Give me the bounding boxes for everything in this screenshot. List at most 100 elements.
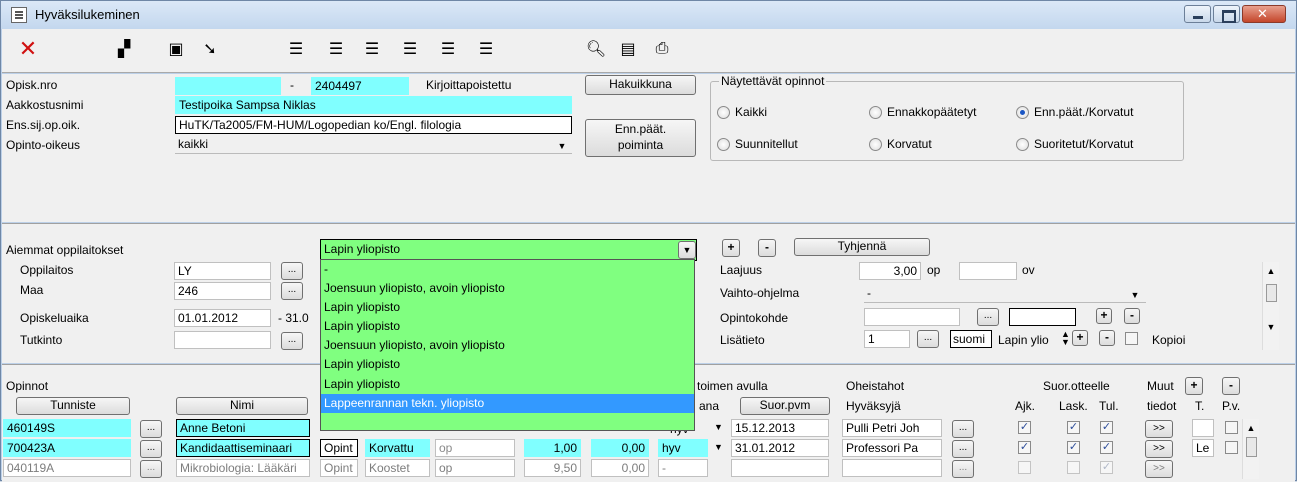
oppilaitos-dropdown-list[interactable]: - Joensuun yliopisto, avoin yliopisto Lapi… [320,259,695,431]
chevron-down-icon[interactable]: ▼ [714,442,723,452]
scroll-thumb[interactable] [1245,437,1257,457]
row3-nimi[interactable]: Mikrobiologia: Lääkäri [176,459,310,477]
maximize-button[interactable] [1213,5,1240,23]
dropdown-option[interactable]: Lapin yliopisto [321,355,694,374]
dropdown-option[interactable]: Lapin yliopisto [321,298,694,317]
ens-sij-field[interactable]: HuTK/Ta2005/FM-HUM/Logopedian ko/Engl. f… [175,116,572,134]
row2-t-field[interactable]: Le [1192,439,1214,457]
row2-ajk-checkbox[interactable]: ✓ [1018,441,1031,454]
delete-icon[interactable]: ✕ [16,36,40,61]
row1-ajk-checkbox[interactable]: ✓ [1018,421,1031,434]
row3-tul-checkbox[interactable]: ✓ [1100,461,1113,474]
kopioi-checkbox[interactable] [1125,332,1138,345]
tunniste-header-button[interactable]: Tunniste [16,397,130,415]
row1-pv-checkbox[interactable] [1225,421,1238,434]
last-record-icon[interactable]: ☰ [474,37,498,61]
add-row-icon[interactable]: ☰ [284,37,308,61]
oppilaitos-field[interactable]: LY [174,262,271,280]
row2-lask-checkbox[interactable]: ✓ [1067,441,1080,454]
dropdown-option[interactable]: Lapin yliopisto [321,317,694,336]
row1-lask-checkbox[interactable]: ✓ [1067,421,1080,434]
row1-nimi[interactable]: Anne Betoni [176,419,310,437]
row1-more-button[interactable]: >> [1145,420,1173,438]
aiemmat-scrollbar[interactable]: ▲ ▼ [1262,262,1279,350]
save-icon[interactable]: ▣ [164,37,188,61]
row3-lask-checkbox[interactable] [1067,461,1080,474]
tutkinto-lookup-button[interactable]: ... [281,332,303,350]
row3-unit[interactable]: op [435,459,515,477]
row2-arvosana[interactable]: hyv [658,439,708,457]
row3-arvo[interactable]: 0,00 [591,459,649,477]
chevron-down-icon[interactable]: ▼ [1126,286,1144,304]
maa-field[interactable]: 246 [174,282,271,300]
opintokohde-extra-field[interactable] [1009,308,1076,326]
nimi-header-button[interactable]: Nimi [176,397,308,415]
chevron-down-icon[interactable]: ▼ [553,137,571,155]
row2-suor-pvm[interactable]: 31.01.2012 [731,439,829,457]
opintokohde-lookup-button[interactable]: ... [977,308,999,326]
tutkinto-field[interactable] [174,331,271,349]
remove-lisatieto-button[interactable]: - [1099,330,1115,346]
row1-tul-checkbox[interactable]: ✓ [1100,421,1113,434]
row1-hyvaksyja-lookup[interactable]: ... [952,420,974,438]
opiskeluaika-start-field[interactable]: 01.01.2012 [174,309,271,327]
dropdown-option[interactable]: Joensuun yliopisto, avoin yliopisto [321,279,694,298]
minimize-button[interactable] [1184,5,1211,23]
row3-hyvaksyja-lookup[interactable]: ... [952,460,974,478]
copy-icon[interactable]: ▞ [112,37,136,61]
row2-unit[interactable]: op [435,439,515,457]
remove-study-button[interactable]: - [1222,377,1240,395]
add-lisatieto-button[interactable]: + [1072,330,1088,346]
row2-more-button[interactable]: >> [1145,440,1173,458]
row1-tunniste[interactable]: 460149S [3,419,131,437]
next-record-icon[interactable]: ☰ [436,37,460,61]
add-button[interactable]: + [722,239,740,257]
radio-ennakkopaatetyt[interactable] [869,106,882,119]
chevron-down-icon[interactable]: ▼ [678,241,696,259]
row3-col1[interactable]: Opint [320,459,358,477]
hakuikkuna-button[interactable]: Hakuikkuna [585,75,696,95]
lisatieto-field[interactable]: 1 [864,330,910,348]
row2-hyvaksyja[interactable]: Professori Pa [842,439,942,457]
scroll-thumb[interactable] [1265,284,1277,302]
dropdown-option[interactable]: Lappeenrannan tekn. yliopisto [321,393,694,413]
scroll-down-icon[interactable]: ▼ [1263,322,1279,332]
remove-row-icon[interactable]: ☰ [324,37,348,61]
language-field[interactable]: suomi [950,330,992,348]
radio-enn-korvatut[interactable] [1016,106,1029,119]
radio-suunnitellut[interactable] [717,138,730,151]
row3-ajk-checkbox[interactable] [1018,461,1031,474]
opinto-oikeus-select[interactable]: kaikki [175,136,572,154]
scroll-up-icon[interactable]: ▲ [1263,266,1279,276]
enn-poiminta-button[interactable]: Enn.päät. poiminta [585,119,696,157]
radio-suoritetut-korvatut[interactable] [1016,138,1029,151]
opisk-nro-field[interactable]: 2404497 [311,77,409,95]
suor-pvm-header-button[interactable]: Suor.pvm [740,397,830,415]
row2-tunniste[interactable]: 700423A [3,439,131,457]
oppilaitos-lookup-button[interactable]: ... [281,262,303,280]
print-icon[interactable]: ⎙ [650,37,674,61]
tyhjenna-button[interactable]: Tyhjennä [794,238,930,256]
add-small-button[interactable]: + [1096,308,1112,324]
row2-col1[interactable]: Opint [320,439,358,457]
row2-pv-checkbox[interactable] [1225,441,1238,454]
row2-laajuus[interactable]: 1,00 [524,439,581,457]
row3-hyvaksyja[interactable] [842,459,942,477]
row2-arvo[interactable]: 0,00 [591,439,649,457]
row2-tul-checkbox[interactable]: ✓ [1100,441,1113,454]
row2-hyvaksyja-lookup[interactable]: ... [952,440,974,458]
chevron-down-icon[interactable]: ▼ [714,422,723,432]
row1-hyvaksyja[interactable]: Pulli Petri Joh [842,419,942,437]
row3-laajuus[interactable]: 9,50 [524,459,581,477]
row3-col2[interactable]: Koostet [365,459,430,477]
spinner-icon[interactable]: ▲ ▼ [1061,330,1070,347]
vaihto-select[interactable]: - [864,285,1146,303]
row3-lookup-button[interactable]: ... [140,460,162,478]
row2-lookup-button[interactable]: ... [140,440,162,458]
close-button[interactable] [1242,5,1286,23]
ov-field[interactable] [959,262,1017,280]
row3-tunniste[interactable]: 040119A [3,459,131,477]
radio-korvatut[interactable] [869,138,882,151]
remove-small-button[interactable]: - [1124,308,1140,324]
row3-suor-pvm[interactable] [731,459,829,477]
